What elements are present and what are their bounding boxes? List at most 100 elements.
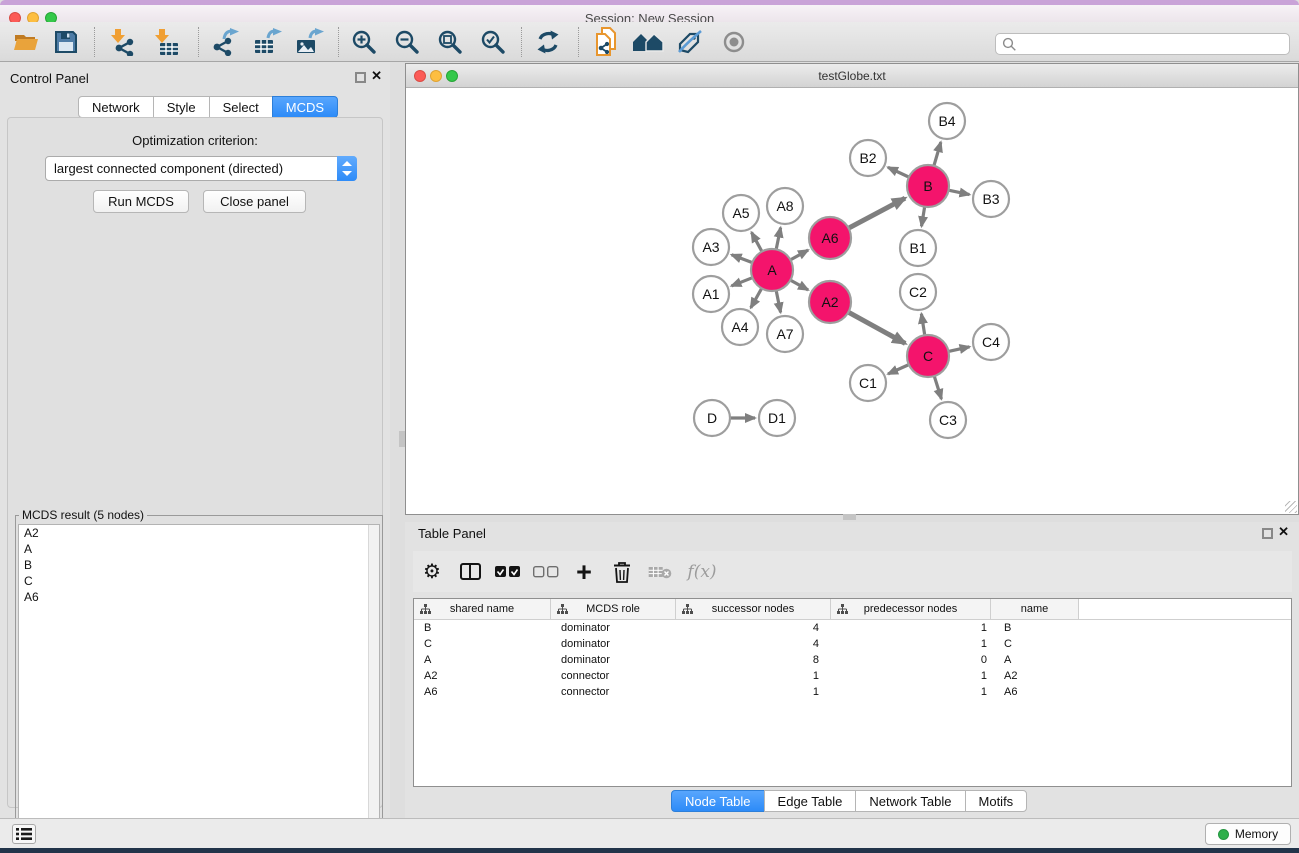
- edge-A-A6[interactable]: [790, 250, 808, 260]
- window-resize-grip[interactable]: [1285, 501, 1297, 513]
- import-network-button[interactable]: [102, 25, 142, 59]
- graph-node-B1[interactable]: B1: [900, 230, 936, 266]
- edge-C-C3[interactable]: [934, 376, 941, 399]
- network-canvas[interactable]: B4B2BB3B1A5A8A6A3AA1C2A2A4A7C4CC1C3DD1: [406, 88, 1298, 514]
- graph-node-C4[interactable]: C4: [973, 324, 1009, 360]
- clone-network-button[interactable]: [586, 25, 626, 59]
- graph-node-C2[interactable]: C2: [900, 274, 936, 310]
- search-input[interactable]: [1017, 36, 1289, 52]
- graph-node-D1[interactable]: D1: [759, 400, 795, 436]
- tab-style[interactable]: Style: [153, 96, 210, 118]
- refresh-button[interactable]: [528, 25, 568, 59]
- edge-A-A8[interactable]: [776, 228, 780, 250]
- graph-node-A8[interactable]: A8: [767, 188, 803, 224]
- column-header-name[interactable]: name: [991, 599, 1079, 619]
- table-panel-float-icon[interactable]: [1262, 528, 1273, 539]
- edge-B-B3[interactable]: [949, 190, 970, 194]
- network-window-titlebar[interactable]: testGlobe.txt: [406, 64, 1298, 88]
- edge-A-A2[interactable]: [790, 280, 808, 290]
- control-panel-float-icon[interactable]: [355, 72, 366, 83]
- network-hscroll-thumb[interactable]: [843, 514, 856, 520]
- control-panel-close-icon[interactable]: ✕: [371, 69, 382, 83]
- edge-A-A7[interactable]: [776, 291, 780, 313]
- edge-B-B1[interactable]: [922, 207, 925, 227]
- edge-A-A3[interactable]: [732, 255, 753, 263]
- deselect-all-button[interactable]: [527, 555, 565, 589]
- graph-node-B[interactable]: B: [907, 165, 949, 207]
- tab-edge-table[interactable]: Edge Table: [764, 790, 857, 812]
- close-panel-button[interactable]: Close panel: [203, 190, 306, 213]
- zoom-out-button[interactable]: [387, 25, 427, 59]
- home-button[interactable]: [628, 25, 668, 59]
- import-table-button[interactable]: [146, 25, 186, 59]
- network-vscroll-thumb[interactable]: [399, 431, 405, 447]
- graph-node-B3[interactable]: B3: [973, 181, 1009, 217]
- run-mcds-button[interactable]: Run MCDS: [93, 190, 189, 213]
- mcds-result-item[interactable]: A: [19, 541, 379, 557]
- tab-network-table[interactable]: Network Table: [855, 790, 965, 812]
- delete-column-button[interactable]: [603, 555, 641, 589]
- graph-node-D[interactable]: D: [694, 400, 730, 436]
- table-row[interactable]: A2connector11A2: [414, 668, 1291, 684]
- open-button[interactable]: [6, 25, 46, 59]
- function-builder-button[interactable]: f(x): [679, 555, 725, 589]
- graph-node-A4[interactable]: A4: [722, 309, 758, 345]
- criterion-dropdown[interactable]: largest connected component (directed): [45, 156, 357, 181]
- show-column-button[interactable]: [451, 555, 489, 589]
- mcds-result-list[interactable]: A2ABCA6: [18, 524, 380, 842]
- edge-C-C2[interactable]: [921, 314, 924, 336]
- graph-node-A6[interactable]: A6: [809, 217, 851, 259]
- tab-select[interactable]: Select: [209, 96, 273, 118]
- edge-A-A4[interactable]: [751, 288, 762, 308]
- mcds-result-item[interactable]: C: [19, 573, 379, 589]
- mcds-result-item[interactable]: A6: [19, 589, 379, 605]
- graph-node-A7[interactable]: A7: [767, 316, 803, 352]
- export-table-button[interactable]: [248, 25, 288, 59]
- edge-A2-C[interactable]: [848, 312, 905, 343]
- tab-mcds[interactable]: MCDS: [272, 96, 338, 118]
- memory-button[interactable]: Memory: [1205, 823, 1291, 845]
- graph-node-B4[interactable]: B4: [929, 103, 965, 139]
- column-header-shared-name[interactable]: shared name: [414, 599, 551, 619]
- zoom-fit-button[interactable]: [430, 25, 470, 59]
- graph-node-A5[interactable]: A5: [723, 195, 759, 231]
- mcds-result-item[interactable]: A2: [19, 525, 379, 541]
- table-row[interactable]: Cdominator41C: [414, 636, 1291, 652]
- graph-node-A2[interactable]: A2: [809, 281, 851, 323]
- edge-A-A1[interactable]: [731, 278, 752, 286]
- tab-network[interactable]: Network: [78, 96, 154, 118]
- main-titlebar[interactable]: Session: New Session: [0, 5, 1299, 22]
- graph-node-C1[interactable]: C1: [850, 365, 886, 401]
- zoom-selected-button[interactable]: [473, 25, 513, 59]
- edge-B-B2[interactable]: [888, 167, 909, 177]
- column-header-MCDS-role[interactable]: MCDS role: [551, 599, 676, 619]
- edge-C-C1[interactable]: [888, 365, 909, 374]
- hide-labels-button[interactable]: [670, 25, 710, 59]
- task-history-button[interactable]: [12, 824, 36, 844]
- node-table[interactable]: shared nameMCDS rolesuccessor nodesprede…: [413, 598, 1292, 787]
- table-settings-button[interactable]: ⚙: [413, 555, 451, 589]
- zoom-in-button[interactable]: [344, 25, 384, 59]
- save-button[interactable]: [46, 25, 86, 59]
- select-all-button[interactable]: [489, 555, 527, 589]
- graph-node-C3[interactable]: C3: [930, 402, 966, 438]
- mcds-list-scrollbar[interactable]: [368, 525, 379, 841]
- graph-node-A[interactable]: A: [751, 249, 793, 291]
- delete-table-button[interactable]: [641, 555, 679, 589]
- show-graphics-details-button[interactable]: [714, 25, 754, 59]
- edge-A6-B[interactable]: [849, 198, 905, 228]
- export-network-button[interactable]: [206, 25, 246, 59]
- column-header-predecessor-nodes[interactable]: predecessor nodes: [831, 599, 991, 619]
- table-row[interactable]: A6connector11A6: [414, 684, 1291, 700]
- graph-node-C[interactable]: C: [907, 335, 949, 377]
- add-column-button[interactable]: +: [565, 555, 603, 589]
- mcds-result-item[interactable]: B: [19, 557, 379, 573]
- table-row[interactable]: Bdominator41B: [414, 620, 1291, 636]
- edge-A-A5[interactable]: [752, 232, 762, 251]
- tab-motifs[interactable]: Motifs: [965, 790, 1028, 812]
- graph-node-B2[interactable]: B2: [850, 140, 886, 176]
- table-panel-close-icon[interactable]: ✕: [1278, 525, 1289, 539]
- column-header-successor-nodes[interactable]: successor nodes: [676, 599, 831, 619]
- export-image-button[interactable]: [290, 25, 330, 59]
- table-row[interactable]: Adominator80A: [414, 652, 1291, 668]
